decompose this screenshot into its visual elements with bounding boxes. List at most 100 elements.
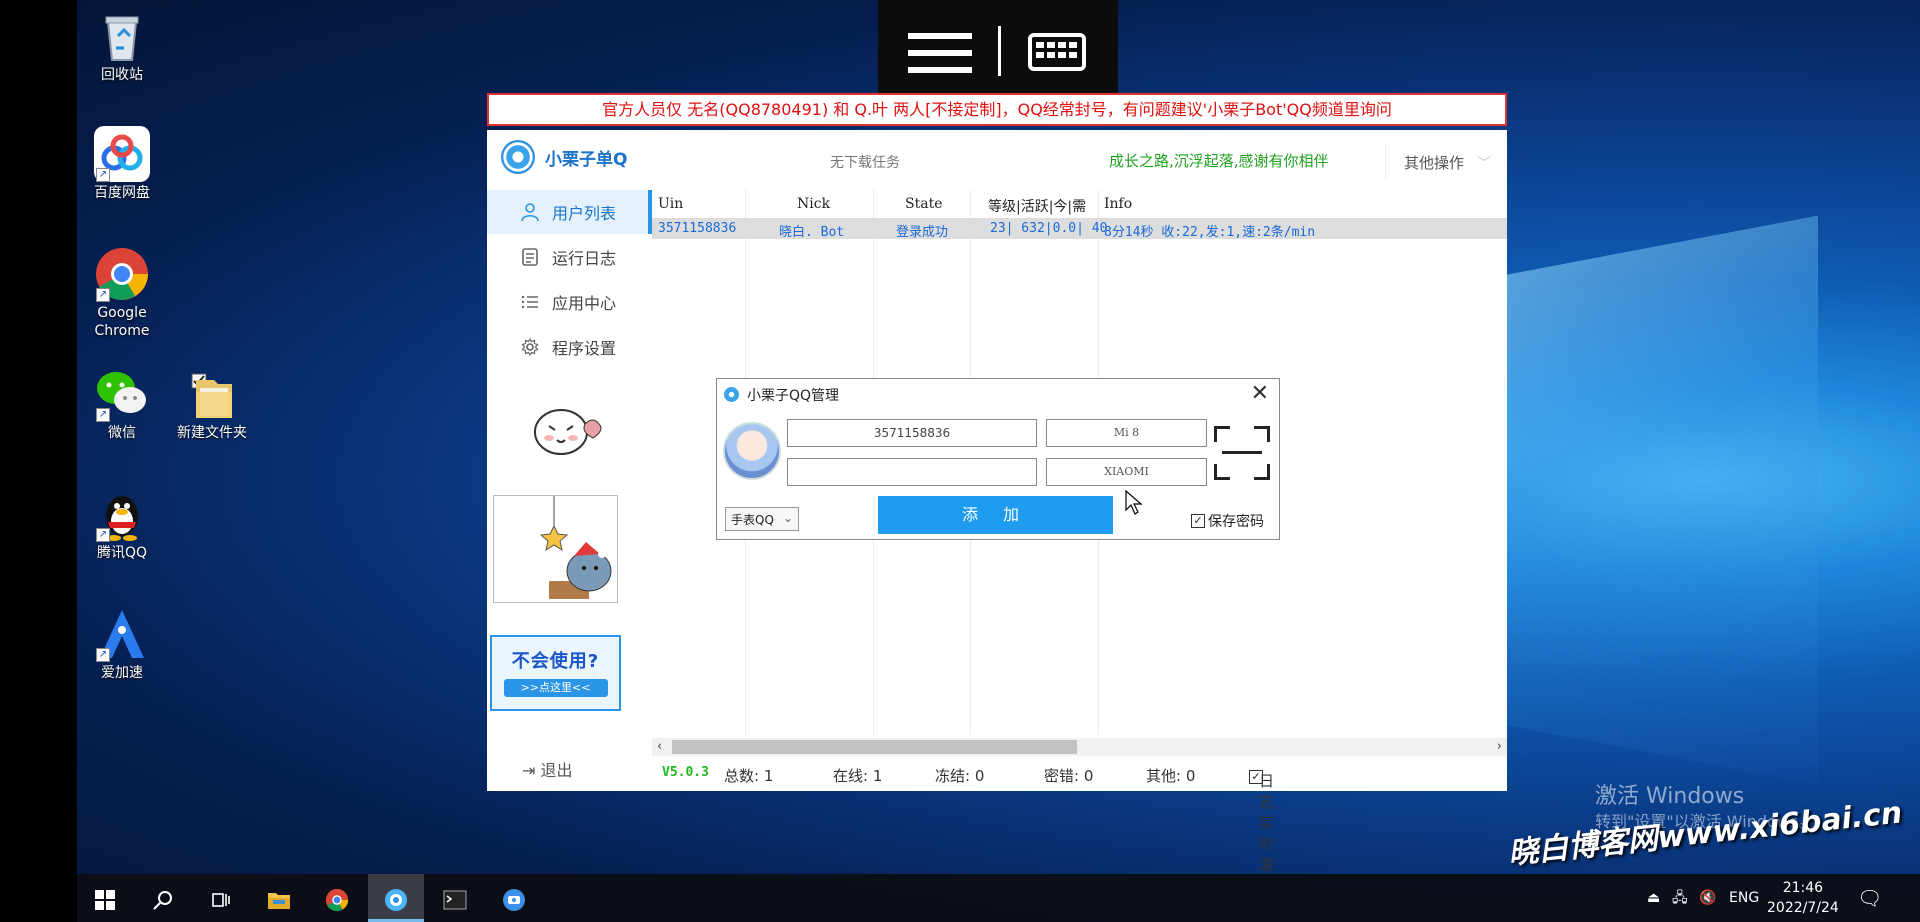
app-name: 小栗子单Q — [545, 149, 628, 170]
nav-label: 用户列表 — [552, 204, 617, 223]
status-online: 在线: 1 — [833, 767, 883, 785]
taskbar-chrome[interactable] — [309, 874, 365, 922]
table-row[interactable]: 3571158836 晓白. Bot 登录成功 23| 632|0.0| 40 … — [652, 218, 1507, 240]
other-ops-label: 其他操作 — [1404, 154, 1465, 172]
tray-usb-icon[interactable]: ⏏ — [1647, 874, 1660, 922]
device-brand-input[interactable]: XIAOMI — [1046, 458, 1207, 486]
save-password-toggle[interactable]: ✓ 保存密码 — [1191, 511, 1264, 531]
input-language[interactable]: ENG — [1729, 874, 1759, 922]
taskbar: ⏏ 🖧 🔇 ENG 21:46 2022/7/24 🗨 — [77, 874, 1920, 922]
shortcut-arrow-icon: ↗ — [96, 288, 110, 302]
desktop-icon-new-folder[interactable]: 新建文件夹 — [167, 366, 257, 442]
search-button[interactable] — [135, 874, 191, 922]
user-icon — [520, 202, 540, 222]
volume-muted-icon[interactable]: 🔇 — [1699, 874, 1716, 922]
taskbar-file-explorer[interactable] — [251, 874, 307, 922]
column-header-level[interactable]: 等级|活跃|今|需 — [988, 196, 1086, 216]
version-label: V5.0.3 — [662, 765, 709, 780]
desktop-icon-label: 腾讯QQ — [96, 545, 148, 561]
download-task-status: 无下载任务 — [830, 155, 900, 171]
dialog-title: 小栗子QQ管理 — [747, 388, 840, 404]
chrome-icon: ↗ — [94, 246, 150, 302]
add-button[interactable]: 添 加 — [878, 496, 1113, 534]
cell-level: 23| 632|0.0| 40 — [990, 221, 1108, 236]
clock-date: 2022/7/24 — [1767, 900, 1839, 916]
help-promo[interactable]: 不会使用? >>点这里<< — [490, 635, 621, 711]
cell-uin: 3571158836 — [658, 221, 737, 236]
protocol-select[interactable]: 手表QQ ⌄ — [725, 507, 799, 531]
desktop-icon-chrome[interactable]: ↗ Google Chrome — [77, 246, 167, 340]
status-password-error: 密错: 0 — [1044, 767, 1094, 785]
column-header-uin[interactable]: Uin — [658, 196, 683, 212]
chrome-icon — [325, 888, 349, 911]
chevron-down-icon: ﹀ — [1476, 154, 1492, 172]
desktop-icon-label: 百度网盘 — [94, 185, 150, 201]
desktop-icon-qq[interactable]: ↗ 腾讯QQ — [77, 486, 167, 562]
help-link-button[interactable]: >>点这里<< — [503, 679, 608, 697]
qr-scan-icon[interactable] — [1214, 426, 1270, 480]
nav-item-user-list[interactable]: 用户列表 — [487, 190, 652, 234]
start-button[interactable] — [77, 874, 133, 922]
notification-icon[interactable]: 🗨 — [1857, 874, 1882, 922]
save-password-checkbox[interactable]: ✓ — [1191, 514, 1205, 528]
desktop-icon-aijiasu[interactable]: ↗ 爱加速 — [77, 606, 167, 682]
folder-icon — [184, 366, 240, 422]
app-logo-icon — [501, 140, 535, 174]
desktop-icon-baidu-netdisk[interactable]: ↗ 百度网盘 — [77, 126, 167, 202]
log-icon — [520, 247, 540, 267]
qq-penguin-icon: ↗ — [94, 486, 150, 542]
nav-item-app-center[interactable]: 应用中心 — [487, 280, 652, 324]
taskbar-clock[interactable]: 21:46 2022/7/24 — [1767, 878, 1839, 918]
device-model-input[interactable]: Mi 8 — [1046, 419, 1207, 447]
desktop-icon-recycle-bin[interactable]: 回收站 — [77, 8, 167, 84]
horizontal-scrollbar[interactable]: ‹ › — [652, 738, 1507, 756]
protocol-value: 手表QQ — [731, 513, 774, 527]
taskbar-remote-app[interactable] — [486, 874, 542, 922]
app-sidebar: 小栗子单Q 用户列表 运行日志 应用中心 程序设置 不会使用? >>点这里<< … — [487, 130, 652, 791]
desktop-icon-label: 新建文件夹 — [177, 425, 247, 441]
scrollbar-thumb[interactable] — [672, 740, 1077, 754]
search-icon — [153, 890, 172, 910]
wechat-icon: ↗ — [94, 366, 150, 422]
terminal-icon — [443, 890, 467, 909]
close-icon[interactable]: ✕ — [1251, 381, 1269, 406]
gear-icon — [520, 337, 540, 357]
app-logo: 小栗子单Q — [501, 140, 627, 174]
slogan: 成长之路,沉浮起落,感谢有你相伴 — [1109, 152, 1329, 170]
password-input[interactable] — [787, 458, 1037, 486]
cell-state: 登录成功 — [896, 225, 949, 240]
column-header-info[interactable]: Info — [1104, 196, 1132, 212]
logout-label: 退出 — [540, 761, 573, 780]
status-other: 其他: 0 — [1146, 767, 1196, 785]
cell-info: 8分14秒 收:22,发:1,速:2条/min — [1104, 225, 1316, 240]
sticker-emoji — [527, 400, 611, 460]
recycle-bin-icon — [94, 8, 150, 64]
remote-control-bar — [878, 0, 1118, 100]
taskbar-terminal[interactable] — [427, 874, 483, 922]
keyboard-icon[interactable] — [1028, 33, 1086, 71]
folder-icon — [268, 892, 290, 909]
desktop-icon-label: 爱加速 — [101, 665, 143, 681]
toolbar-divider — [998, 26, 1001, 76]
status-frozen: 冻结: 0 — [935, 767, 985, 785]
column-header-nick[interactable]: Nick — [797, 196, 830, 212]
task-view-button[interactable] — [193, 874, 249, 922]
nav-label: 程序设置 — [552, 339, 617, 358]
desktop-icon-wechat[interactable]: ↗ 微信 — [77, 366, 167, 442]
other-operations-menu[interactable]: 其他操作 ﹀ — [1385, 144, 1505, 180]
account-input[interactable]: 3571158836 — [787, 419, 1037, 447]
column-header-state[interactable]: State — [905, 196, 942, 212]
nav-item-settings[interactable]: 程序设置 — [487, 325, 652, 369]
status-bar: V5.0.3 总数: 1 在线: 1 冻结: 0 密错: 0 其他: 0 ✓ 日… — [652, 760, 1507, 895]
scroll-left-icon[interactable]: ‹ — [657, 738, 662, 756]
logout-button[interactable]: ⇥ 退出 — [522, 757, 573, 781]
scroll-right-icon[interactable]: › — [1497, 738, 1502, 756]
nav-item-run-log[interactable]: 运行日志 — [487, 235, 652, 279]
menu-hamburger-icon[interactable] — [908, 33, 972, 73]
nav-label: 运行日志 — [552, 249, 617, 268]
network-icon[interactable]: 🖧 — [1672, 874, 1688, 922]
taskbar-xiaolizi-app[interactable] — [368, 874, 424, 922]
list-icon — [520, 292, 540, 312]
remote-app-icon — [503, 888, 525, 911]
save-password-label: 保存密码 — [1208, 514, 1264, 530]
